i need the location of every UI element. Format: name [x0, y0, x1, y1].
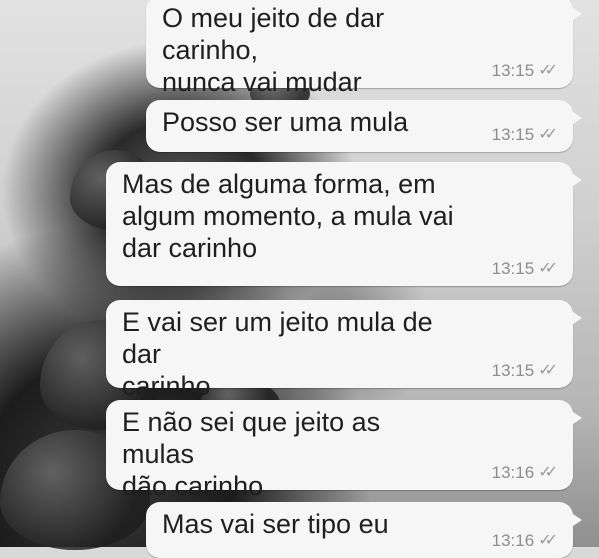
message-text: E não sei que jeito as mulas dão carinho	[122, 407, 381, 501]
double-check-icon: ✓✓	[538, 362, 558, 379]
message-bubble[interactable]: Mas vai ser tipo eu 13:16 ✓✓	[146, 502, 582, 558]
chat-conversation: O meu jeito de dar carinho, nunca vai mu…	[0, 0, 599, 558]
message-meta: 13:15 ✓✓	[491, 61, 558, 80]
message-time: 13:15	[491, 61, 535, 80]
message-text: Mas de alguma forma, em algum momento, a…	[122, 169, 454, 263]
double-check-icon: ✓✓	[538, 62, 558, 79]
message-meta: 13:15 ✓✓	[491, 361, 558, 380]
message-text: Posso ser uma mula	[162, 107, 409, 137]
message-bubble[interactable]: Posso ser uma mula 13:15 ✓✓	[146, 100, 582, 152]
message-bubble[interactable]: Mas de alguma forma, em algum momento, a…	[106, 162, 582, 286]
message-meta: 13:16 ✓✓	[491, 531, 558, 550]
message-text: E vai ser um jeito mula de dar carinho	[122, 307, 433, 401]
double-check-icon: ✓✓	[538, 464, 558, 481]
message-time: 13:15	[491, 361, 535, 380]
message-time: 13:15	[491, 125, 535, 144]
message-bubble[interactable]: O meu jeito de dar carinho, nunca vai mu…	[146, 0, 582, 97]
message-text: O meu jeito de dar carinho, nunca vai mu…	[162, 3, 385, 97]
message-bubble[interactable]: E vai ser um jeito mula de dar carinho 1…	[106, 300, 582, 401]
message-bubble[interactable]: E não sei que jeito as mulas dão carinho…	[106, 400, 582, 501]
message-text: Mas vai ser tipo eu	[162, 509, 389, 539]
message-time: 13:16	[491, 531, 535, 550]
double-check-icon: ✓✓	[538, 532, 558, 549]
message-meta: 13:15 ✓✓	[491, 259, 558, 278]
message-meta: 13:15 ✓✓	[491, 125, 558, 144]
double-check-icon: ✓✓	[538, 126, 558, 143]
double-check-icon: ✓✓	[538, 260, 558, 277]
message-time: 13:16	[491, 463, 535, 482]
message-time: 13:15	[491, 259, 535, 278]
message-meta: 13:16 ✓✓	[491, 463, 558, 482]
